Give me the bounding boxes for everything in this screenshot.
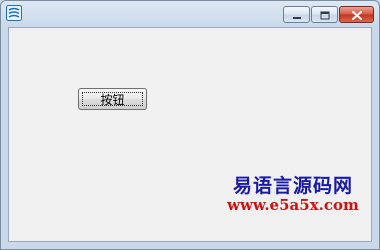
title-bar[interactable] <box>1 1 379 27</box>
minimize-button[interactable] <box>283 6 310 23</box>
watermark-url: www.e5a5x.com <box>227 195 359 214</box>
app-window: 按钮 易语言源码网 www.e5a5x.com <box>0 0 380 250</box>
close-button[interactable] <box>339 6 374 23</box>
close-icon <box>351 5 362 24</box>
focus-rectangle <box>82 92 143 106</box>
app-icon[interactable] <box>6 5 22 21</box>
minimize-icon <box>292 5 302 24</box>
watermark: 易语言源码网 www.e5a5x.com <box>213 176 373 213</box>
push-button[interactable]: 按钮 <box>78 88 147 110</box>
maximize-button[interactable] <box>311 6 338 23</box>
maximize-icon <box>320 5 330 24</box>
watermark-title: 易语言源码网 <box>232 175 353 197</box>
